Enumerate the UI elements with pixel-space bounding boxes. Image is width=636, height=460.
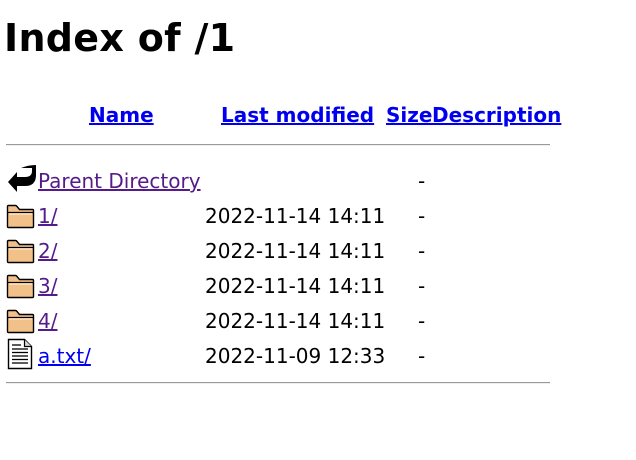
table-row: a.txt/ 2022-11-09 12:33 - [0,338,636,373]
column-header-description[interactable]: Description [432,102,561,128]
back-arrow-icon [6,163,36,193]
folder-icon [6,201,36,231]
table-row: 4/ 2022-11-14 14:11 - [0,303,636,338]
folder-icon [6,306,36,336]
directory-link-3[interactable]: 3/ [38,273,57,299]
table-row: 2/ 2022-11-14 14:11 - [0,233,636,268]
column-header-name[interactable]: Name [89,102,154,128]
text-file-icon [6,338,36,370]
directory-link-4[interactable]: 4/ [38,308,57,334]
size-cell: - [418,344,426,368]
directory-link-1[interactable]: 1/ [38,203,57,229]
size-cell: - [418,274,426,298]
table-row: 3/ 2022-11-14 14:11 - [0,268,636,303]
column-header-last-modified[interactable]: Last modified [221,102,374,128]
folder-icon [6,236,36,266]
last-modified-cell: 2022-11-14 14:11 [205,239,386,263]
last-modified-cell: 2022-11-14 14:11 [205,309,386,333]
size-cell: - [418,169,426,193]
top-divider [6,144,550,146]
folder-icon [6,271,36,301]
page-title: Index of /1 [4,16,236,60]
last-modified-cell: 2022-11-14 14:11 [205,274,386,298]
directory-link-2[interactable]: 2/ [38,238,57,264]
bottom-divider [6,382,550,384]
size-cell: - [418,204,426,228]
column-header-size[interactable]: Size [386,102,432,128]
table-row: Parent Directory - [0,163,636,198]
table-row: 1/ 2022-11-14 14:11 - [0,198,636,233]
parent-directory-link[interactable]: Parent Directory [38,168,201,194]
last-modified-cell: 2022-11-09 12:33 [205,344,386,368]
file-link-a-txt[interactable]: a.txt/ [38,343,91,369]
last-modified-cell: 2022-11-14 14:11 [205,204,386,228]
size-cell: - [418,309,426,333]
size-cell: - [418,239,426,263]
